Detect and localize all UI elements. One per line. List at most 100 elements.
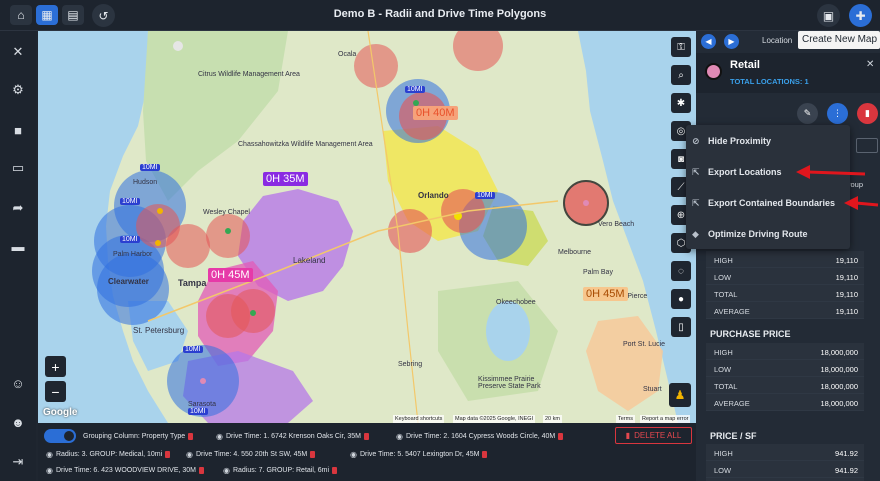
- image-icon[interactable]: ▣: [817, 4, 840, 27]
- trash-icon: ▮: [625, 431, 631, 440]
- bug-icon[interactable]: ✱: [671, 93, 691, 113]
- eye-icon[interactable]: ◉: [216, 432, 223, 441]
- trash-icon[interactable]: [165, 450, 171, 458]
- delete-all-button[interactable]: ▮ DELETE ALL: [615, 427, 692, 444]
- pin-icon[interactable]: ●: [671, 289, 691, 309]
- map-marker: [250, 310, 256, 316]
- undo-icon[interactable]: ↺: [92, 4, 115, 27]
- radius-circle: [97, 253, 169, 325]
- map-marker: [200, 378, 206, 384]
- stat-row: HIGH 18,000,000: [706, 343, 864, 360]
- map-place-label: Chassahowitzka Wildlife Management Area: [238, 141, 373, 148]
- delete-all-label: DELETE ALL: [634, 431, 682, 440]
- stat-row: AVERAGE 18,000,000: [706, 394, 864, 411]
- new-map-icon[interactable]: ✚: [849, 4, 872, 27]
- stat-value: 941.92: [835, 449, 858, 458]
- window-icon[interactable]: ▬: [9, 237, 27, 255]
- map-place-label: Sarasota: [188, 401, 217, 408]
- menu-item-hide-proximity[interactable]: ⊘ Hide Proximity: [686, 129, 850, 153]
- trash-icon[interactable]: [363, 432, 369, 440]
- close-icon[interactable]: ✕: [866, 59, 874, 70]
- filter-chip[interactable]: Grouping Column: Property Type: [83, 429, 194, 443]
- logout-icon[interactable]: ⇥: [9, 453, 27, 471]
- map-icon[interactable]: ▦: [36, 5, 58, 25]
- presentation-icon[interactable]: ▭: [9, 159, 27, 177]
- edit-button[interactable]: ✎: [797, 103, 818, 124]
- lasso-icon[interactable]: ◌: [671, 261, 691, 281]
- trash-icon[interactable]: [310, 450, 316, 458]
- home-icon[interactable]: ⌂: [10, 5, 32, 25]
- tools-icon[interactable]: ✕: [9, 43, 27, 61]
- zoom-out-button[interactable]: −: [45, 381, 66, 402]
- arrow-left-icon[interactable]: ◀: [701, 34, 716, 49]
- search-icon[interactable]: ⌕: [671, 65, 691, 85]
- more-options-button[interactable]: ⋮: [827, 103, 848, 124]
- filter-chip[interactable]: ◉ Drive Time: 4. 550 20th St SW, 45M: [186, 447, 316, 461]
- trash-icon[interactable]: [332, 466, 338, 474]
- filter-chip[interactable]: ◉ Radius: 7. GROUP: Retail, 6mi: [223, 463, 338, 477]
- add-user-icon[interactable]: ☺: [9, 374, 27, 392]
- eye-icon[interactable]: ◉: [223, 466, 230, 475]
- report-error-link[interactable]: Report a map error: [640, 415, 691, 423]
- eye-icon[interactable]: ◉: [46, 466, 53, 475]
- key-icon[interactable]: ⚿: [671, 37, 691, 57]
- radius-label: 10MI: [120, 236, 140, 243]
- support-icon[interactable]: ☻: [9, 413, 27, 431]
- panel-input[interactable]: [856, 138, 878, 153]
- zoom-in-button[interactable]: +: [45, 356, 66, 377]
- trash-icon[interactable]: [482, 450, 488, 458]
- stat-key: AVERAGE: [714, 399, 750, 408]
- annotation-arrow: [796, 165, 866, 179]
- panel-header-label: Location: [762, 36, 793, 45]
- stat-value: 19,110: [835, 307, 858, 316]
- filter-bar: Grouping Column: Property Type ◉ Drive Ti…: [38, 423, 696, 481]
- menu-item-optimize-route[interactable]: ◆ Optimize Driving Route: [686, 222, 850, 246]
- eye-icon[interactable]: ◉: [350, 450, 357, 459]
- filter-chip[interactable]: ◉ Drive Time: 2. 1604 Cypress Woods Circl…: [396, 429, 564, 443]
- app-root: ⌂ ▦ ▤ ↺ Demo B - Radii and Drive Time Po…: [0, 0, 880, 481]
- eye-icon[interactable]: ◉: [46, 450, 53, 459]
- stat-key: AVERAGE: [714, 307, 750, 316]
- trash-icon[interactable]: [199, 466, 205, 474]
- eye-icon[interactable]: ◉: [396, 432, 403, 441]
- delete-button[interactable]: ▮: [857, 103, 878, 124]
- trash-icon[interactable]: [188, 432, 194, 440]
- keyboard-shortcuts-link[interactable]: Keyboard shortcuts: [393, 415, 445, 423]
- radius-label: 10MI: [405, 86, 425, 93]
- stat-value: 19,110: [835, 256, 858, 265]
- document-icon[interactable]: ▯: [671, 317, 691, 337]
- grouping-toggle[interactable]: [44, 429, 76, 443]
- filter-chip[interactable]: ◉ Drive Time: 1. 6742 Krenson Oaks Cir, 3…: [216, 429, 369, 443]
- options-menu: ⊘ Hide Proximity ⇱ Export Locations ⇱ Expor…: [686, 125, 850, 249]
- share-icon[interactable]: ➦: [9, 199, 27, 217]
- filter-chip[interactable]: ◉ Radius: 3. GROUP: Medical, 10mi: [46, 447, 171, 461]
- top-bar: ⌂ ▦ ▤ ↺ Demo B - Radii and Drive Time Po…: [0, 0, 880, 31]
- table-icon[interactable]: ▤: [62, 5, 84, 25]
- stat-row: TOTAL 19,110: [706, 285, 864, 302]
- stat-key: HIGH: [714, 348, 733, 357]
- pegman-icon[interactable]: ♟: [669, 383, 691, 407]
- stat-value: 18,000,000: [820, 348, 858, 357]
- map-canvas[interactable]: Citrus Wildlife Management Area Chassaho…: [38, 31, 696, 423]
- left-sidebar: ✕ ⚙ ■ ▭ ➦ ▬ ☺ ☻ ⇥: [0, 31, 36, 481]
- menu-item-label: Hide Proximity: [708, 136, 772, 146]
- trash-icon[interactable]: [558, 432, 564, 440]
- filter-chip[interactable]: ◉ Drive Time: 5. 5407 Lexington Dr, 45M: [350, 447, 488, 461]
- gear-icon[interactable]: ⚙: [9, 81, 27, 99]
- menu-item-label: Optimize Driving Route: [708, 229, 808, 239]
- save-icon[interactable]: ■: [9, 121, 27, 139]
- stat-key: LOW: [714, 466, 732, 475]
- eye-icon[interactable]: ◉: [186, 450, 193, 459]
- drive-time-label: 0H 40M: [413, 106, 458, 120]
- map-place-label: Vero Beach: [598, 221, 635, 228]
- kebab-icon: ⋮: [833, 108, 842, 118]
- drive-time-label: 0H 45M: [583, 287, 628, 301]
- stat-row: AVERAGE 19,110: [706, 302, 864, 319]
- menu-item-export-boundaries[interactable]: ⇱ Export Contained Boundaries: [686, 191, 850, 215]
- filter-chip-label: Radius: 7. GROUP: Retail, 6mi: [232, 466, 330, 474]
- arrow-right-icon[interactable]: ▶: [724, 34, 739, 49]
- proximity-circle: [166, 224, 210, 268]
- filter-chip[interactable]: ◉ Drive Time: 6. 423 WOODVIEW DRIVE, 30M: [46, 463, 205, 477]
- terms-link[interactable]: Terms: [616, 415, 635, 423]
- map-data-attribution: Map data ©2025 Google, INEGI: [453, 415, 536, 423]
